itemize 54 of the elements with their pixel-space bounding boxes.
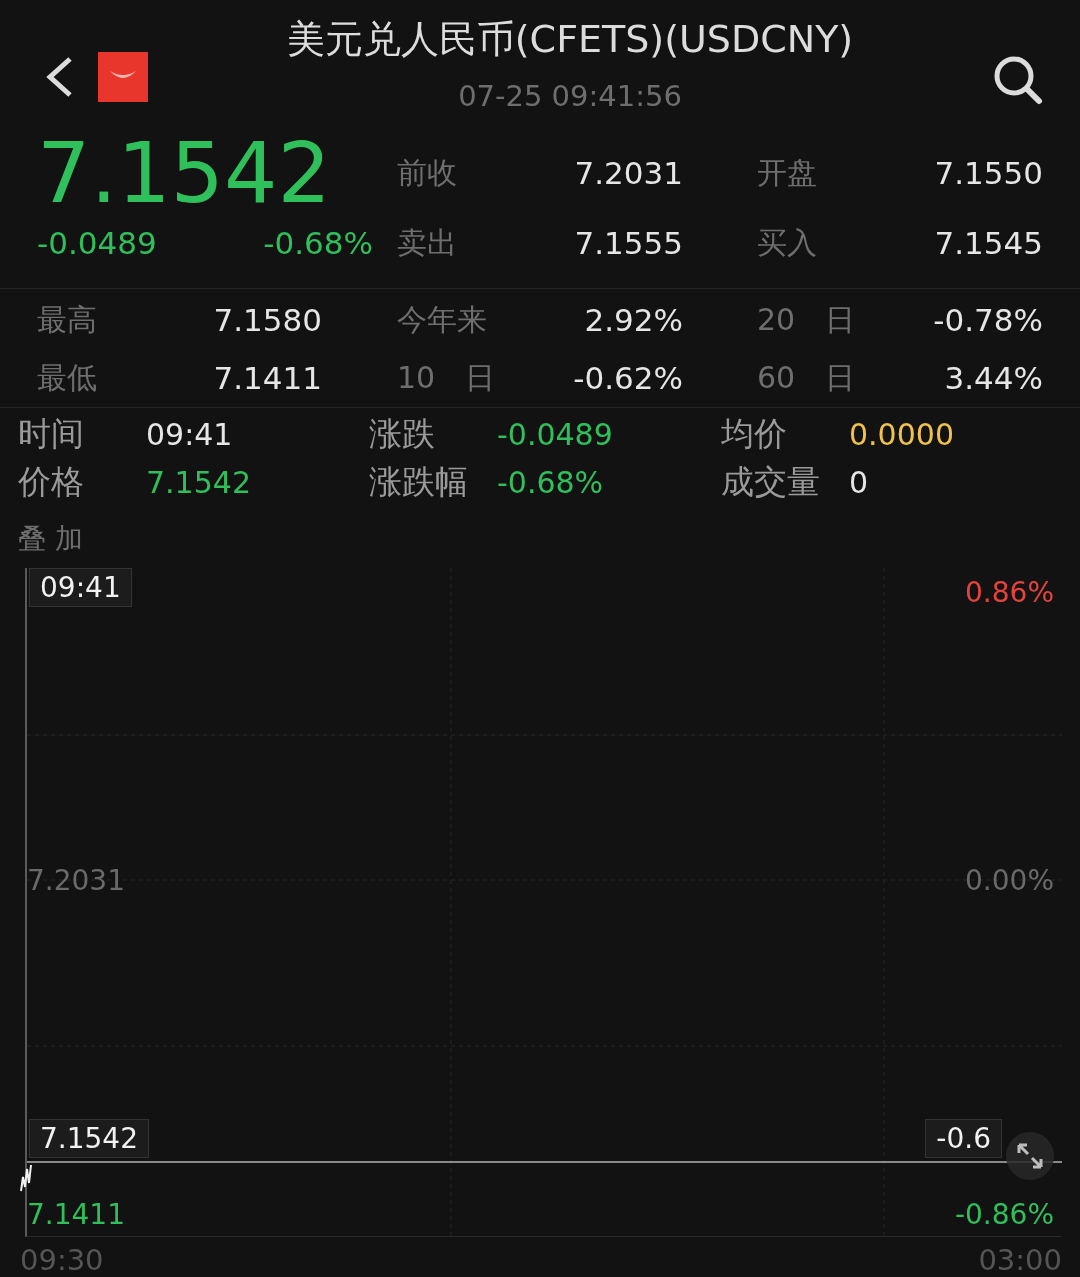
cursor-time-tag: 09:41 (29, 568, 132, 607)
axis-label: 7.2031 (27, 864, 125, 897)
back-button[interactable] (44, 55, 74, 99)
price-line-drawing (19, 1163, 33, 1193)
cursor-percent-tag: -0.6 (925, 1119, 1002, 1158)
stat-label: 20 日 (757, 300, 857, 339)
info-label: 价格 (18, 460, 85, 503)
field-value: 7.2031 (573, 155, 683, 191)
price-change: -0.0489 (37, 225, 157, 261)
expand-button[interactable] (1006, 1132, 1054, 1180)
timestamp: 07-25 09:41:56 (458, 79, 682, 113)
info-value: 09:41 (146, 416, 234, 452)
info-label: 涨跌 (369, 412, 436, 455)
search-button[interactable] (992, 54, 1044, 106)
page-title: 美元兑人民币(CFETS)(USDCNY) (286, 16, 854, 63)
stat-label: 今年来 (397, 300, 488, 339)
stat-label: 10 日 (397, 358, 497, 397)
field-value: 7.1555 (573, 225, 683, 261)
expand-icon (1015, 1141, 1045, 1171)
field-label: 前收 (397, 153, 458, 192)
stat-value: 7.1580 (212, 302, 322, 338)
axis-label: -0.86% (954, 1198, 1054, 1231)
stat-value: -0.78% (932, 302, 1043, 338)
axis-label: 7.1411 (27, 1198, 125, 1231)
axis-label: 0.86% (965, 576, 1054, 609)
info-label: 成交量 (721, 460, 821, 503)
info-value: 0 (849, 464, 870, 500)
field-value: 7.1545 (933, 225, 1043, 261)
info-label: 涨跌幅 (369, 460, 469, 503)
info-value: 0.0000 (849, 416, 955, 452)
stat-value: 7.1411 (212, 360, 322, 396)
time-axis-label: 03:00 (978, 1243, 1062, 1277)
field-label: 开盘 (757, 153, 818, 192)
logo-icon (98, 52, 148, 102)
axis-label: 0.00% (965, 864, 1054, 897)
info-value: 7.1542 (146, 464, 252, 500)
stat-value: -0.62% (572, 360, 683, 396)
field-label: 卖出 (397, 223, 458, 262)
info-label: 时间 (18, 412, 85, 455)
stat-label: 最低 (37, 358, 98, 397)
current-price: 7.1542 (37, 131, 331, 215)
stat-label: 60 日 (757, 358, 857, 397)
field-value: 7.1550 (933, 155, 1043, 191)
info-value: -0.68% (497, 464, 605, 500)
cursor-price-tag: 7.1542 (29, 1119, 149, 1158)
time-axis-label: 09:30 (20, 1243, 104, 1277)
stat-label: 最高 (37, 300, 98, 339)
stat-value: 3.44% (943, 360, 1043, 396)
stat-value: 2.92% (583, 302, 683, 338)
field-label: 买入 (757, 223, 818, 262)
info-value: -0.0489 (497, 416, 614, 452)
info-label: 均价 (721, 412, 788, 455)
percent-change: -0.68% (263, 225, 373, 261)
overlay-button[interactable]: 叠 加 (0, 506, 101, 558)
